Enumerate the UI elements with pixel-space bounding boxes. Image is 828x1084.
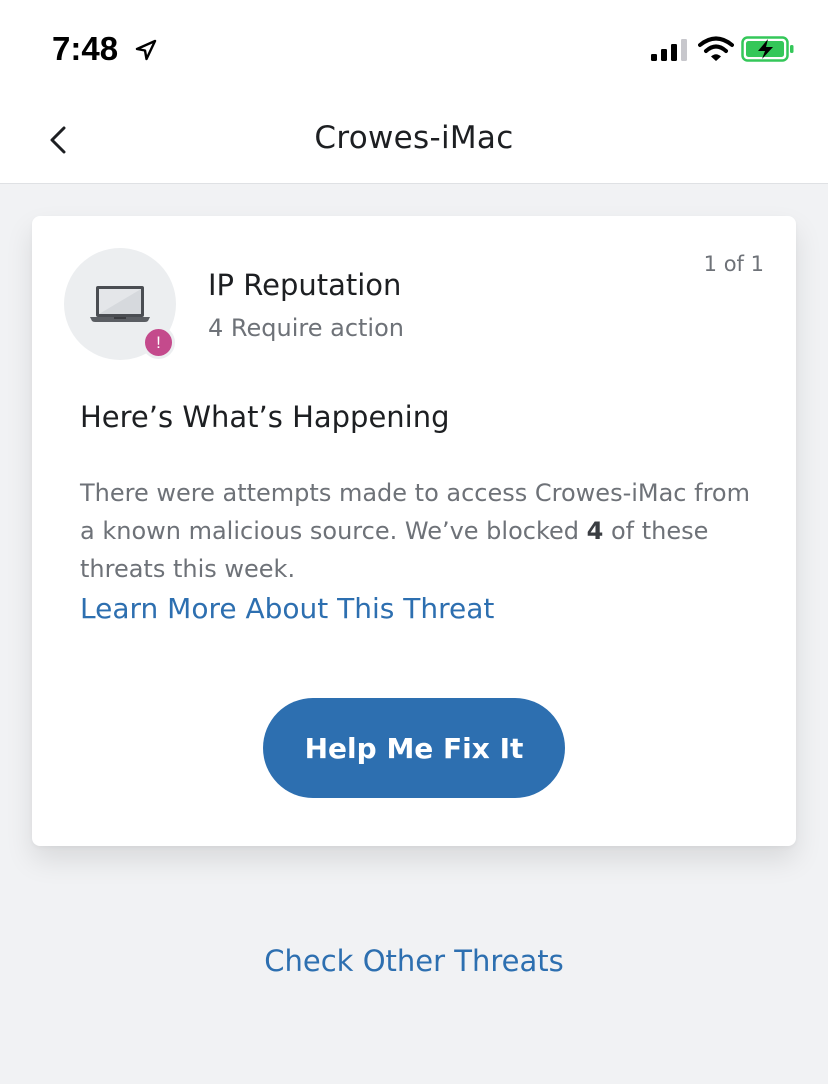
cellular-signal-icon — [651, 39, 687, 61]
check-other-threats-link[interactable]: Check Other Threats — [0, 944, 828, 978]
wifi-icon — [698, 36, 734, 61]
learn-more-link[interactable]: Learn More About This Threat — [80, 592, 494, 625]
laptop-icon — [90, 286, 150, 322]
page-title: Crowes-iMac — [314, 120, 514, 156]
alert-badge: ! — [142, 326, 175, 359]
device-avatar: ! — [64, 248, 176, 360]
threat-card: ! IP Reputation 4 Require action 1 of 1 … — [32, 216, 796, 846]
blocked-count: 4 — [586, 517, 604, 545]
threat-status: 4 Require action — [208, 314, 404, 342]
location-arrow-icon — [135, 39, 157, 61]
page-indicator: 1 of 1 — [703, 252, 764, 276]
navigation-bar: Crowes-iMac — [0, 96, 828, 184]
status-time: 7:48 — [52, 30, 119, 67]
threat-description: There were attempts made to access Crowe… — [80, 474, 760, 588]
section-heading: Here’s What’s Happening — [80, 400, 450, 434]
help-me-fix-it-button[interactable]: Help Me Fix It — [263, 698, 565, 798]
battery-charging-icon — [741, 36, 794, 62]
threat-title: IP Reputation — [208, 268, 402, 302]
status-bar: 7:48 — [0, 0, 828, 96]
